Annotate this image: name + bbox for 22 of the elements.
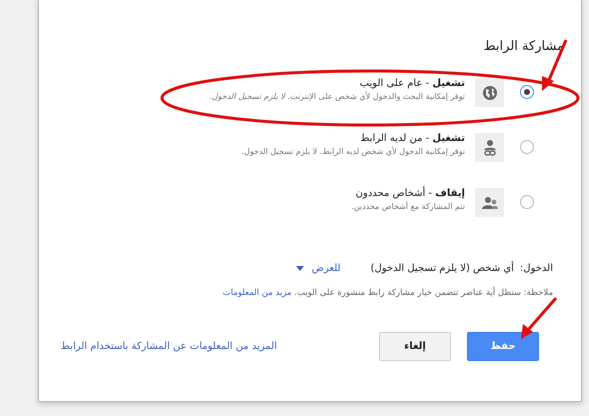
help-link[interactable]: المزيد من المعلومات عن المشاركة باستخدام الرابط	[60, 341, 277, 352]
note-text: ملاحظة: ستظل أية عناصر تتضمن خيار مشاركة رابط منشورة على الويب. مزيد من المعلومات	[222, 288, 553, 298]
option-label: تشغيل - عام على الويب	[358, 78, 465, 89]
option-description: توفر إمكانية البحث والدخول لأي شخص على الإنترنت. لا يلزم تسجيل الدخول.	[209, 92, 465, 101]
save-button[interactable]: حفظ	[467, 332, 539, 361]
caret-icon	[296, 266, 304, 271]
person-link-icon	[482, 138, 498, 156]
arrow-drawing	[521, 297, 558, 339]
radio-button[interactable]	[520, 195, 534, 209]
option-description: توفر إمكانية الدخول لأي شخص لديه الرابط. لا يلزم تسجيل الدخول.	[242, 147, 465, 156]
access-label: الدخول:	[520, 263, 553, 274]
radio-button[interactable]	[520, 85, 534, 99]
permission-dropdown[interactable]: للعرض	[296, 263, 341, 274]
access-value: أي شخص (لا يلزم تسجيل الدخول)	[370, 263, 514, 274]
learn-more-link[interactable]: مزيد من المعلومات	[222, 288, 292, 298]
option-label: تشغيل - من لديه الرابط	[359, 133, 465, 144]
option-label: إيقاف - أشخاص محددون	[354, 188, 465, 199]
globe-icon	[482, 84, 498, 100]
people-icon	[480, 194, 498, 210]
cancel-button[interactable]: إلغاء	[379, 332, 451, 361]
option-description: تتم المشاركة مع أشخاص محددين.	[351, 202, 465, 211]
radio-button[interactable]	[520, 140, 534, 154]
